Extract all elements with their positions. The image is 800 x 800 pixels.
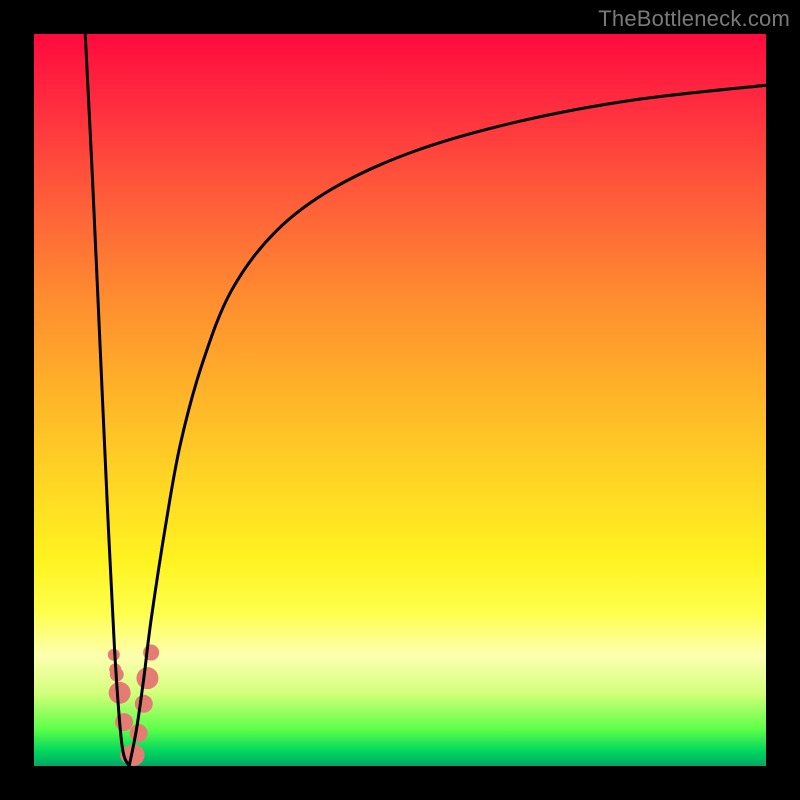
watermark-text: TheBottleneck.com <box>598 6 790 32</box>
marker-dot <box>136 667 158 689</box>
left-branch-path <box>85 34 129 766</box>
right-branch-path <box>129 85 766 766</box>
plot-area <box>34 34 766 766</box>
marker-dot <box>135 695 153 713</box>
chart-svg <box>34 34 766 766</box>
marker-dot <box>130 724 148 742</box>
outer-frame: TheBottleneck.com <box>0 0 800 800</box>
marker-dot <box>109 682 131 704</box>
